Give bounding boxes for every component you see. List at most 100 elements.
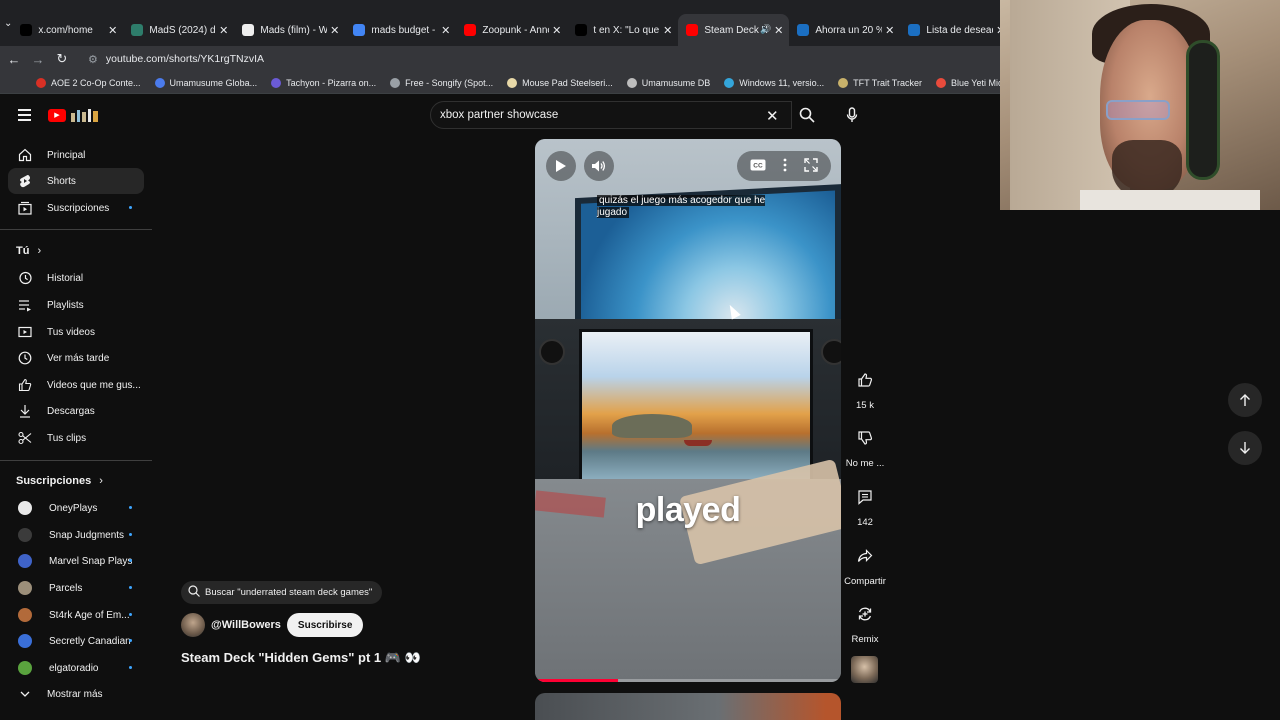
sidebar-divider — [0, 460, 152, 461]
subscriptions-icon — [18, 201, 32, 215]
sidebar-item-label: Shorts — [47, 175, 76, 187]
sidebar-subscription-item[interactable]: OneyPlays — [8, 495, 144, 521]
video-left-stick — [539, 339, 565, 365]
browser-tab[interactable]: MadS (2024) direc✕ — [123, 14, 234, 46]
like-button[interactable] — [851, 366, 879, 394]
close-tab-icon[interactable]: ✕ — [774, 24, 783, 37]
fullscreen-icon[interactable] — [804, 157, 819, 175]
comments-button[interactable] — [851, 483, 879, 511]
close-tab-icon[interactable]: ✕ — [552, 24, 561, 37]
reload-icon[interactable]: ↻ — [50, 51, 74, 67]
close-tab-icon[interactable]: ✕ — [219, 24, 228, 37]
tab-title: t en X: "Lo que ar — [593, 24, 660, 36]
close-tab-icon[interactable]: ✕ — [330, 24, 339, 37]
url-text[interactable]: youtube.com/shorts/YK1rgTNzvIA — [106, 53, 264, 65]
bookmark-item[interactable]: Free - Songify (Spot... — [390, 77, 493, 88]
video-progress-bar[interactable] — [535, 679, 841, 682]
video-progress-fill — [535, 679, 618, 682]
site-settings-icon[interactable]: ⚙ — [88, 53, 98, 66]
sidebar-subscription-item[interactable]: Secretly Canadian — [8, 628, 144, 654]
browser-tab[interactable]: Ahorra un 20 % e✕ — [789, 14, 900, 46]
bookmark-item[interactable]: TFT Trait Tracker — [838, 77, 922, 88]
bookmark-item[interactable]: Umamusume Globa... — [154, 77, 257, 88]
sidebar-show-more[interactable]: Mostrar más — [8, 681, 144, 707]
sidebar-item-downloads[interactable]: Descargas — [8, 398, 144, 424]
bookmark-item[interactable]: Tachyon - Pizarra on... — [271, 77, 376, 88]
close-tab-icon[interactable]: ✕ — [108, 24, 117, 37]
sidebar-item-playlists[interactable]: Playlists — [8, 292, 144, 318]
more-options-icon[interactable] — [783, 158, 787, 175]
back-arrow-icon[interactable]: ← — [2, 52, 26, 67]
sidebar-item-label: Marvel Snap Plays — [49, 555, 133, 567]
sidebar: Principal Shorts Suscripciones Tú › Hist… — [0, 136, 152, 720]
next-short-button[interactable] — [1228, 431, 1262, 465]
search-input[interactable]: xbox partner showcase — [430, 101, 792, 129]
sidebar-you-heading[interactable]: Tú › — [16, 245, 41, 257]
omnibox[interactable]: ⚙ youtube.com/shorts/YK1rgTNzvIA — [88, 53, 264, 66]
captions-icon[interactable]: CC — [750, 159, 766, 174]
next-short-preview[interactable] — [535, 693, 841, 720]
shorts-video-player[interactable]: quizás el juego más acogedor que he juga… — [535, 139, 841, 682]
sidebar-item-shorts[interactable]: Shorts — [8, 168, 144, 194]
browser-tab[interactable]: Mads (film) - Wiki✕ — [234, 14, 345, 46]
youtube-doodle-icon — [71, 109, 98, 122]
like-action: 15 k — [845, 366, 885, 411]
sidebar-subscriptions-heading[interactable]: Suscripciones › — [16, 475, 103, 487]
youtube-logo[interactable]: ▶ — [48, 107, 100, 123]
browser-tab[interactable]: Zoopunk - Annou✕ — [456, 14, 567, 46]
browser-tab[interactable]: t en X: "Lo que ar✕ — [567, 14, 678, 46]
volume-button[interactable] — [584, 151, 614, 181]
search-suggestion-chip[interactable]: Buscar "underrated steam deck games" — [181, 581, 383, 604]
bookmark-item[interactable]: Windows 11, versio... — [724, 77, 825, 88]
sidebar-item-watch-later[interactable]: Ver más tarde — [8, 345, 144, 371]
dislike-button[interactable] — [851, 424, 879, 452]
close-tab-icon[interactable]: ✕ — [663, 24, 672, 37]
short-title[interactable]: Steam Deck "Hidden Gems" pt 1 🎮 👀 — [181, 650, 421, 666]
browser-tab[interactable]: x.com/home ✕ — [12, 14, 123, 46]
bookmark-label: Windows 11, versio... — [739, 77, 825, 88]
tab-audio-icon[interactable]: 🔊 — [760, 24, 771, 35]
sidebar-item-history[interactable]: Historial — [8, 265, 144, 291]
sidebar-item-your-videos[interactable]: Tus videos — [8, 319, 144, 345]
browser-tab[interactable]: mads budget - Bu✕ — [345, 14, 456, 46]
forward-arrow-icon[interactable]: → — [26, 52, 50, 67]
sidebar-item-subscriptions[interactable]: Suscripciones — [8, 195, 144, 221]
voice-search-button[interactable] — [838, 101, 866, 129]
previous-short-button[interactable] — [1228, 383, 1262, 417]
sidebar-subscription-item[interactable]: St4rk Age of Em... — [8, 602, 144, 628]
menu-icon[interactable] — [18, 109, 31, 124]
bookmark-favicon-icon — [390, 77, 401, 88]
play-button[interactable] — [546, 151, 576, 181]
remix-button[interactable] — [851, 600, 879, 628]
bookmark-item[interactable]: AOE 2 Co-Op Conte... — [36, 77, 141, 88]
browser-tab[interactable]: Lista de deseados✕ — [900, 14, 1011, 46]
bookmark-item[interactable]: Blue Yeti Mic Settin... — [935, 77, 1000, 88]
clear-search-icon[interactable]: ✕ — [766, 107, 779, 125]
search-query-text[interactable]: xbox partner showcase — [440, 109, 558, 121]
sidebar-subscription-item[interactable]: Parcels — [8, 575, 144, 601]
search-button[interactable] — [792, 101, 822, 129]
wikipedia-icon — [242, 24, 255, 36]
tab-search-chevron-icon[interactable]: ⌄ — [4, 6, 12, 40]
share-icon — [857, 549, 873, 562]
film-site-icon — [131, 24, 144, 36]
sidebar-item-label: Principal — [47, 149, 86, 161]
bookmark-item[interactable]: Mouse Pad Steelseri... — [507, 77, 613, 88]
sidebar-item-clips[interactable]: Tus clips — [8, 425, 144, 451]
sidebar-item-label: Mostrar más — [47, 688, 103, 700]
sidebar-subscription-item[interactable]: Snap Judgments — [8, 522, 144, 548]
sidebar-item-home[interactable]: Principal — [8, 142, 144, 168]
sidebar-subscription-item[interactable]: elgatoradio — [8, 655, 144, 681]
channel-avatar[interactable] — [181, 613, 205, 637]
close-tab-icon[interactable]: ✕ — [885, 24, 894, 37]
channel-name[interactable]: @WillBowers — [211, 619, 281, 631]
new-content-dot — [129, 639, 132, 642]
close-tab-icon[interactable]: ✕ — [441, 24, 450, 37]
browser-tab[interactable]: Steam Deck "I 🔊 ✕ — [678, 14, 790, 46]
share-button[interactable] — [851, 542, 879, 570]
bookmark-item[interactable]: Umamusume DB — [626, 77, 710, 88]
subscribe-button[interactable]: Suscribirse — [286, 613, 364, 637]
sidebar-subscription-item[interactable]: Marvel Snap Plays — [8, 548, 144, 574]
sound-source-avatar[interactable] — [851, 656, 878, 683]
sidebar-item-liked-videos[interactable]: Videos que me gus... — [8, 372, 144, 398]
